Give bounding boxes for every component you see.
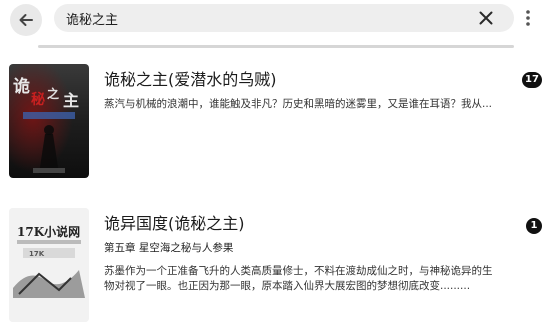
book-cover-image: 17K小说网 17K (9, 208, 89, 322)
book-cover: 诡 秘 之 主 (9, 64, 89, 178)
search-box[interactable] (54, 4, 514, 32)
search-result-item[interactable]: 17K小说网 17K 诡异国度(诡秘之主) 第五章 星空海之秘与人参果 苏墨作为… (0, 208, 550, 322)
top-bar (0, 0, 550, 40)
search-result-item[interactable]: 诡 秘 之 主 诡秘之主(爱潜水的乌贼) 蒸汽与机械的浪潮中，谁能触及非凡？历史… (0, 64, 550, 182)
book-cover-image: 诡 秘 之 主 (9, 64, 89, 178)
book-description-line-2: 物对视了一眼。也正因为那一眼，原本踏入仙界大展宏图的梦想彻底改变........… (104, 280, 471, 292)
arrow-left-icon (19, 14, 33, 26)
svg-text:主: 主 (63, 91, 79, 110)
search-input[interactable] (66, 8, 456, 28)
search-progress-bar (38, 45, 514, 48)
book-cover: 17K小说网 17K (9, 208, 89, 322)
back-button[interactable] (10, 4, 42, 36)
more-vert-icon (526, 10, 530, 26)
unread-count-badge: 17 (522, 72, 542, 88)
close-icon (479, 11, 493, 25)
more-options-button[interactable] (518, 6, 538, 30)
book-description-line-1: 苏墨作为一个正准备飞升的人类高质量修士，不料在渡劫成仙之时，与神秘诡异的生 (104, 265, 493, 277)
book-title: 诡秘之主(爱潜水的乌贼) (104, 70, 277, 89)
clear-search-button[interactable] (474, 6, 498, 30)
svg-text:17K小说网: 17K小说网 (17, 224, 80, 239)
unread-count-badge: 1 (526, 218, 542, 234)
svg-text:之: 之 (47, 86, 59, 101)
svg-text:诡: 诡 (13, 76, 30, 97)
svg-text:17K: 17K (29, 250, 45, 258)
book-description: 蒸汽与机械的浪潮中，谁能触及非凡？历史和黑暗的迷雾里，又是谁在耳语？我从... (104, 98, 493, 110)
book-title: 诡异国度(诡秘之主) (104, 214, 245, 233)
svg-text:秘: 秘 (31, 91, 45, 108)
latest-chapter: 第五章 星空海之秘与人参果 (104, 242, 234, 254)
